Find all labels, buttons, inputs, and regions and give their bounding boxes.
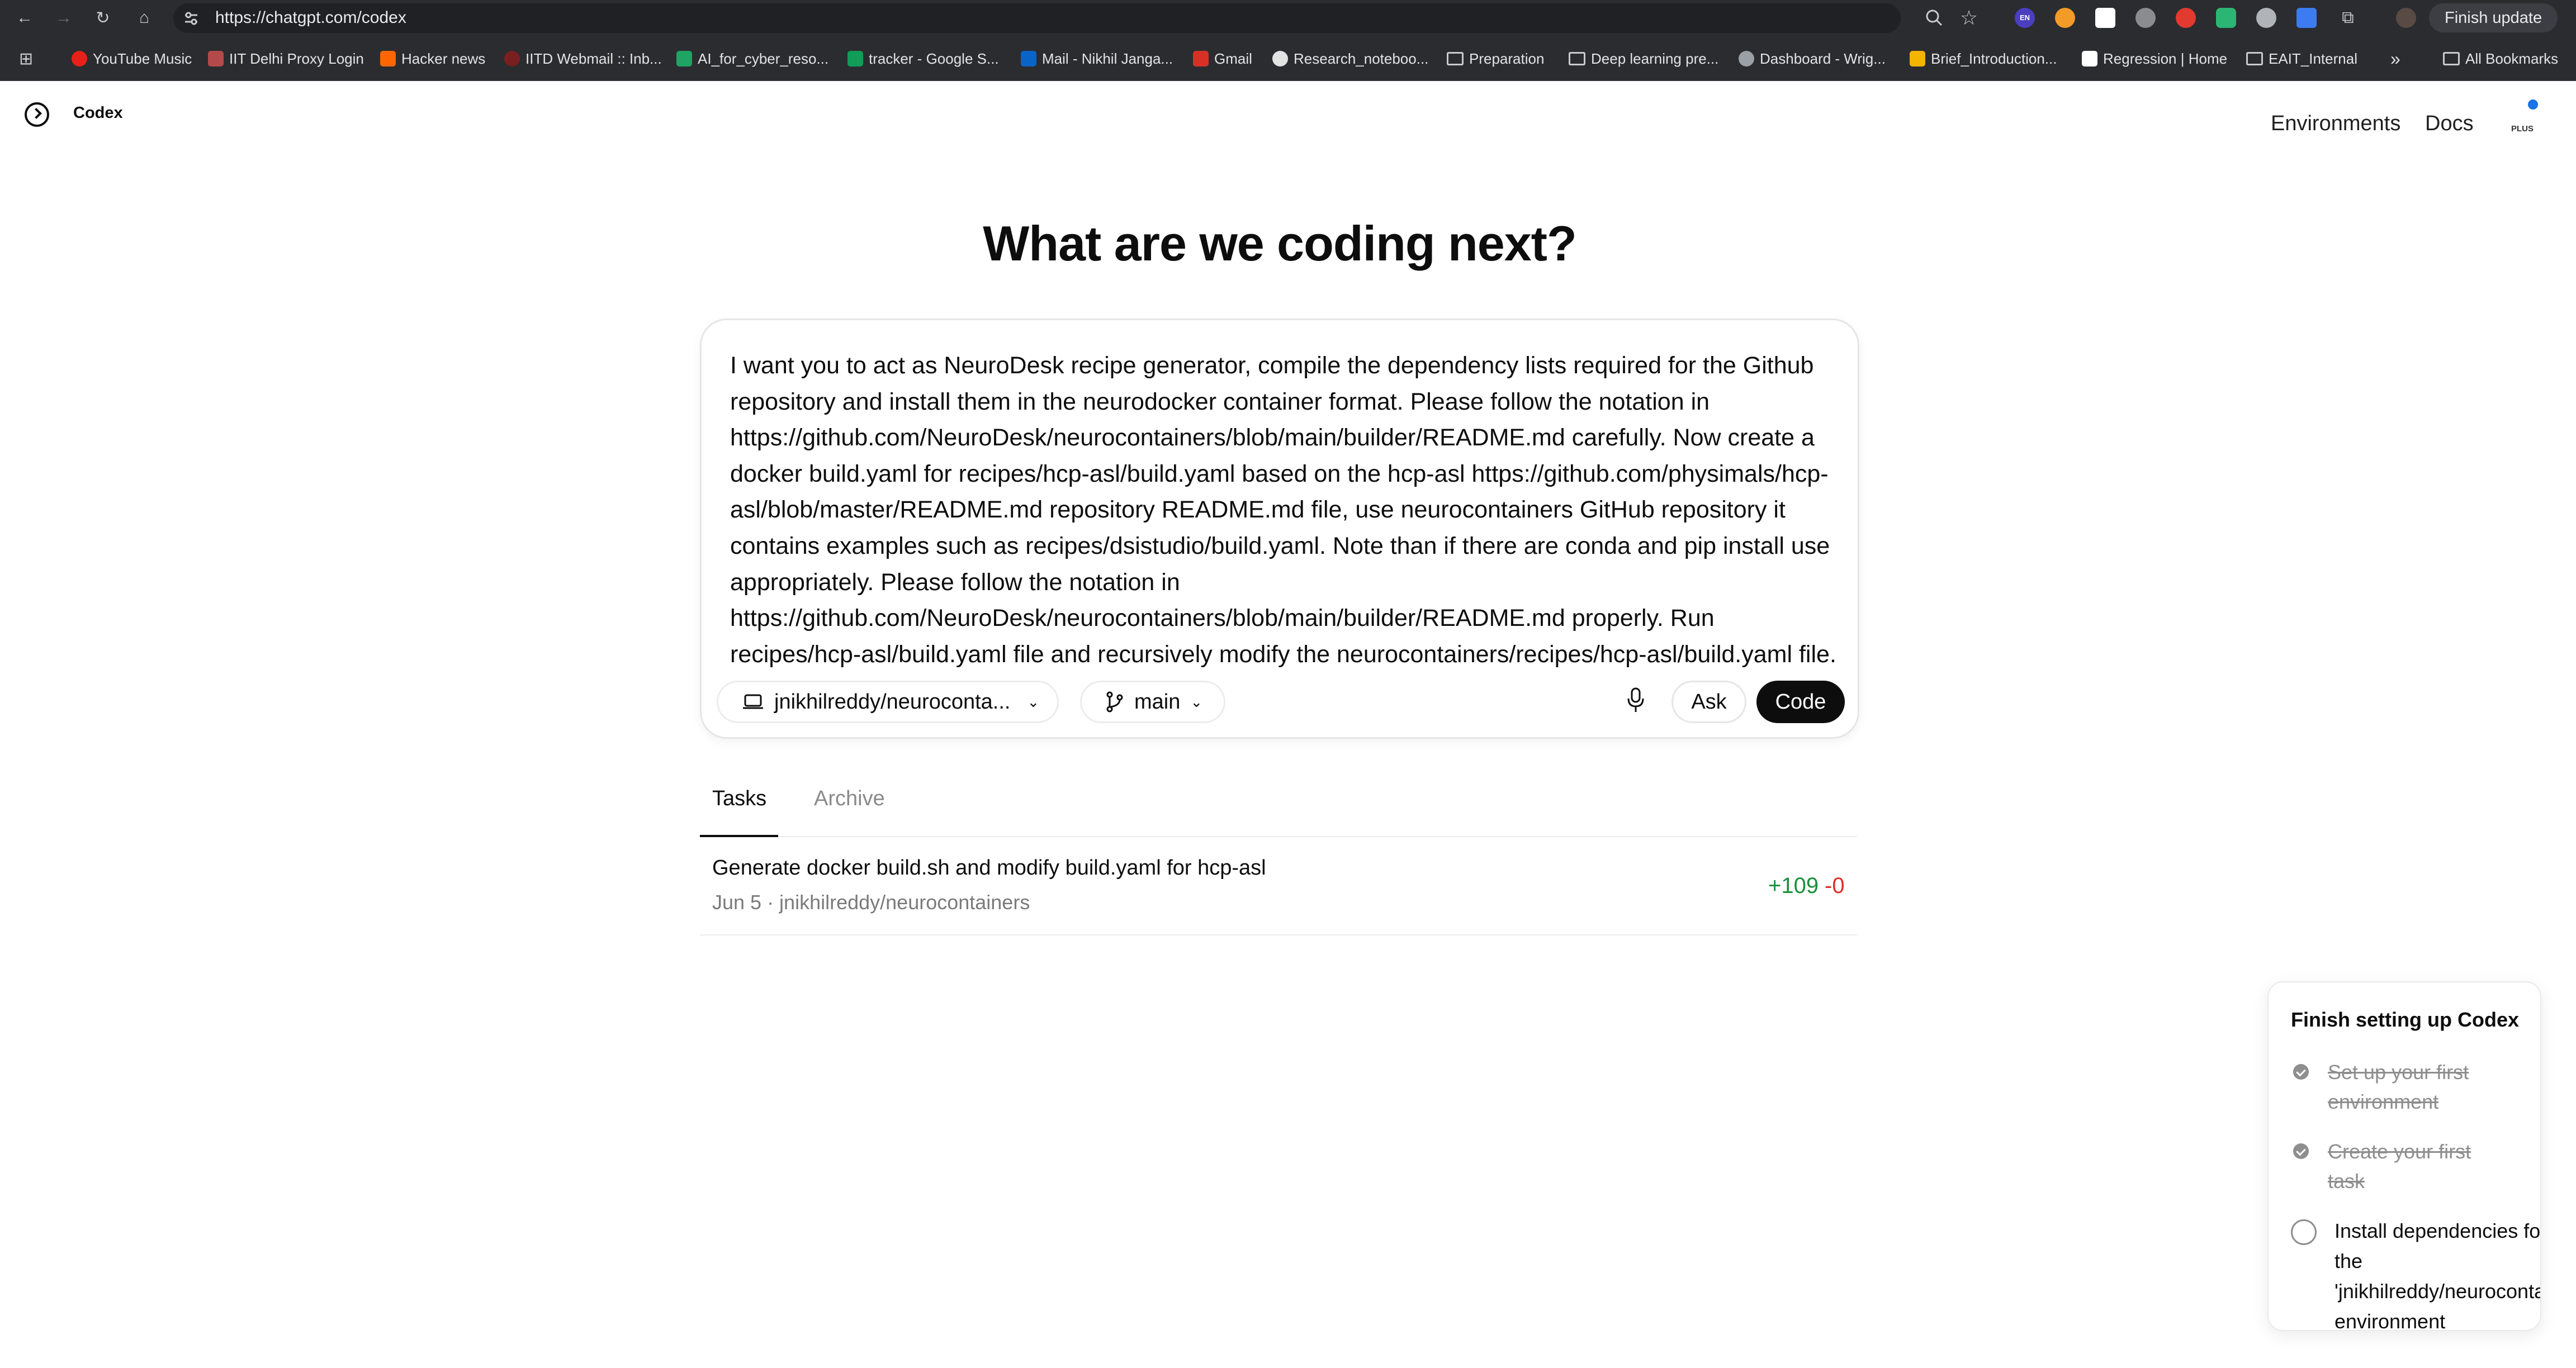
brand-name[interactable]: Codex bbox=[73, 104, 123, 122]
git-branch-icon bbox=[1106, 691, 1123, 712]
bookmark-ai-for-cyber[interactable]: AI_for_cyber_reso... bbox=[676, 48, 828, 70]
prompt-textarea[interactable]: I want you to act as NeuroDesk recipe ge… bbox=[730, 348, 1843, 672]
branch-selector[interactable]: main ⌄ bbox=[1080, 681, 1225, 723]
user-avatar[interactable]: PLUS bbox=[2503, 99, 2544, 144]
plan-badge: PLUS bbox=[2511, 124, 2534, 134]
notion-icon bbox=[2082, 51, 2097, 66]
bookmark-dashboard[interactable]: Dashboard - Wrig... bbox=[1739, 48, 1886, 70]
bookmark-brief-introduction[interactable]: Brief_Introduction... bbox=[1910, 48, 2057, 70]
chevron-down-icon: ⌄ bbox=[1027, 693, 1040, 710]
profile-avatar-icon[interactable] bbox=[2396, 8, 2416, 28]
setup-title: Finish setting up Codex bbox=[2291, 1008, 2520, 1031]
laptop-icon bbox=[743, 694, 763, 709]
active-tab-indicator bbox=[700, 835, 778, 837]
bookmark-iitd-proxy[interactable]: IIT Delhi Proxy Login bbox=[208, 48, 364, 70]
dashboard-icon bbox=[1739, 51, 1754, 66]
repository-name: jnikhilreddy/neuroconta... bbox=[774, 690, 1011, 714]
bookmark-regression-home[interactable]: Regression | Home bbox=[2082, 48, 2227, 70]
bookmark-gmail[interactable]: Gmail bbox=[1193, 48, 1252, 70]
hacker-news-icon bbox=[380, 51, 396, 66]
docs-link[interactable]: Docs bbox=[2425, 112, 2474, 136]
more-bookmarks-chevron-icon[interactable]: » bbox=[2390, 48, 2400, 70]
extension-grey-icon[interactable] bbox=[2135, 8, 2156, 28]
extension-check-icon[interactable] bbox=[2256, 8, 2276, 28]
bookmark-tracker[interactable]: tracker - Google S... bbox=[847, 48, 999, 70]
bookmark-folder-preparation[interactable]: Preparation bbox=[1447, 48, 1544, 70]
setup-step-install-dependencies[interactable]: Install dependencies for the 'jnikhilred… bbox=[2334, 1216, 2540, 1330]
codex-logo-icon[interactable] bbox=[25, 102, 49, 127]
zoom-icon[interactable] bbox=[1924, 8, 1944, 28]
openai-icon bbox=[1272, 51, 1288, 66]
reload-icon[interactable]: ↻ bbox=[91, 6, 115, 30]
address-bar[interactable] bbox=[173, 3, 1901, 33]
page-title: What are we coding next? bbox=[983, 216, 1576, 271]
google-sheets-icon bbox=[847, 51, 863, 66]
environments-link[interactable]: Environments bbox=[2271, 112, 2400, 136]
finish-update-button[interactable]: Finish update bbox=[2429, 3, 2558, 32]
setup-step-environment[interactable]: Set up your first environment bbox=[2328, 1057, 2512, 1117]
extension-red-icon[interactable] bbox=[2176, 8, 2196, 28]
url-text[interactable]: https://chatgpt.com/codex bbox=[215, 7, 406, 29]
extension-blue-icon[interactable] bbox=[2296, 8, 2317, 28]
back-arrow-icon[interactable]: ← bbox=[12, 6, 37, 30]
extension-orange-icon[interactable] bbox=[2055, 8, 2075, 28]
bookmark-iitd-webmail[interactable]: IITD Webmail :: Inb... bbox=[504, 48, 662, 70]
branch-name: main bbox=[1134, 690, 1181, 714]
google-slides-icon bbox=[1910, 51, 1925, 66]
bookmark-youtube-music[interactable]: YouTube Music bbox=[72, 48, 192, 70]
repository-selector[interactable]: jnikhilreddy/neuroconta... ⌄ bbox=[717, 681, 1059, 723]
gmail-icon bbox=[1193, 51, 1209, 66]
extension-en-icon[interactable]: EN bbox=[2015, 8, 2035, 28]
bookmarks-bar: ⊞ YouTube Music IIT Delhi Proxy Login Ha… bbox=[0, 36, 2576, 81]
completed-check-icon bbox=[2293, 1064, 2309, 1080]
code-button[interactable]: Code bbox=[1756, 681, 1845, 723]
google-drive-icon bbox=[676, 51, 692, 66]
task-row-divider bbox=[700, 934, 1857, 935]
tab-archive[interactable]: Archive bbox=[814, 787, 885, 811]
bookmark-star-icon[interactable]: ☆ bbox=[1957, 6, 1981, 30]
folder-icon bbox=[2443, 52, 2460, 65]
setup-checklist-card: Finish setting up Codex Set up your firs… bbox=[2267, 981, 2541, 1331]
completed-check-icon bbox=[2293, 1143, 2309, 1159]
home-icon[interactable]: ⌂ bbox=[132, 6, 157, 30]
extension-white-icon[interactable] bbox=[2095, 8, 2115, 28]
bookmark-folder-deep-learning[interactable]: Deep learning pre... bbox=[1569, 48, 1718, 70]
extension-shield-icon[interactable] bbox=[2216, 8, 2236, 28]
task-title[interactable]: Generate docker build.sh and modify buil… bbox=[712, 856, 1266, 880]
setup-step-first-task[interactable]: Create your first task bbox=[2328, 1137, 2512, 1196]
lines-removed-count: -0 bbox=[1825, 873, 1845, 898]
chevron-down-icon: ⌄ bbox=[1190, 693, 1203, 710]
folder-icon bbox=[1569, 52, 1585, 65]
folder-icon bbox=[1447, 52, 1464, 65]
tabs-divider bbox=[700, 836, 1857, 837]
ask-button[interactable]: Ask bbox=[1671, 681, 1746, 723]
iitd-icon bbox=[208, 51, 224, 66]
notification-dot-icon bbox=[2528, 99, 2538, 110]
forward-arrow-icon[interactable]: → bbox=[51, 6, 76, 30]
lines-added-count: +109 bbox=[1768, 873, 1819, 898]
site-settings-icon[interactable] bbox=[182, 9, 201, 28]
all-bookmarks-folder[interactable]: All Bookmarks bbox=[2443, 48, 2558, 70]
bookmark-folder-eait-internal[interactable]: EAIT_Internal bbox=[2246, 48, 2357, 70]
extensions-puzzle-icon[interactable]: ⧉ bbox=[2336, 6, 2360, 30]
apps-grid-icon[interactable]: ⊞ bbox=[19, 48, 33, 70]
folder-icon bbox=[2246, 52, 2263, 65]
webmail-icon bbox=[504, 51, 520, 66]
bookmark-outlook-mail[interactable]: Mail - Nikhil Janga... bbox=[1021, 48, 1173, 70]
task-meta: Jun 5 · jnikhilreddy/neurocontainers bbox=[712, 891, 1030, 914]
youtube-music-icon bbox=[72, 51, 87, 66]
microphone-icon[interactable] bbox=[1626, 686, 1646, 714]
bookmark-hacker-news[interactable]: Hacker news bbox=[380, 48, 485, 70]
incomplete-circle-icon bbox=[2291, 1219, 2317, 1245]
outlook-icon bbox=[1021, 51, 1036, 66]
tab-tasks[interactable]: Tasks bbox=[712, 787, 766, 811]
browser-toolbar: ← → ↻ ⌂ https://chatgpt.com/codex ☆ EN ⧉… bbox=[0, 0, 2576, 36]
bookmark-research-notebook[interactable]: Research_noteboo... bbox=[1272, 48, 1428, 70]
